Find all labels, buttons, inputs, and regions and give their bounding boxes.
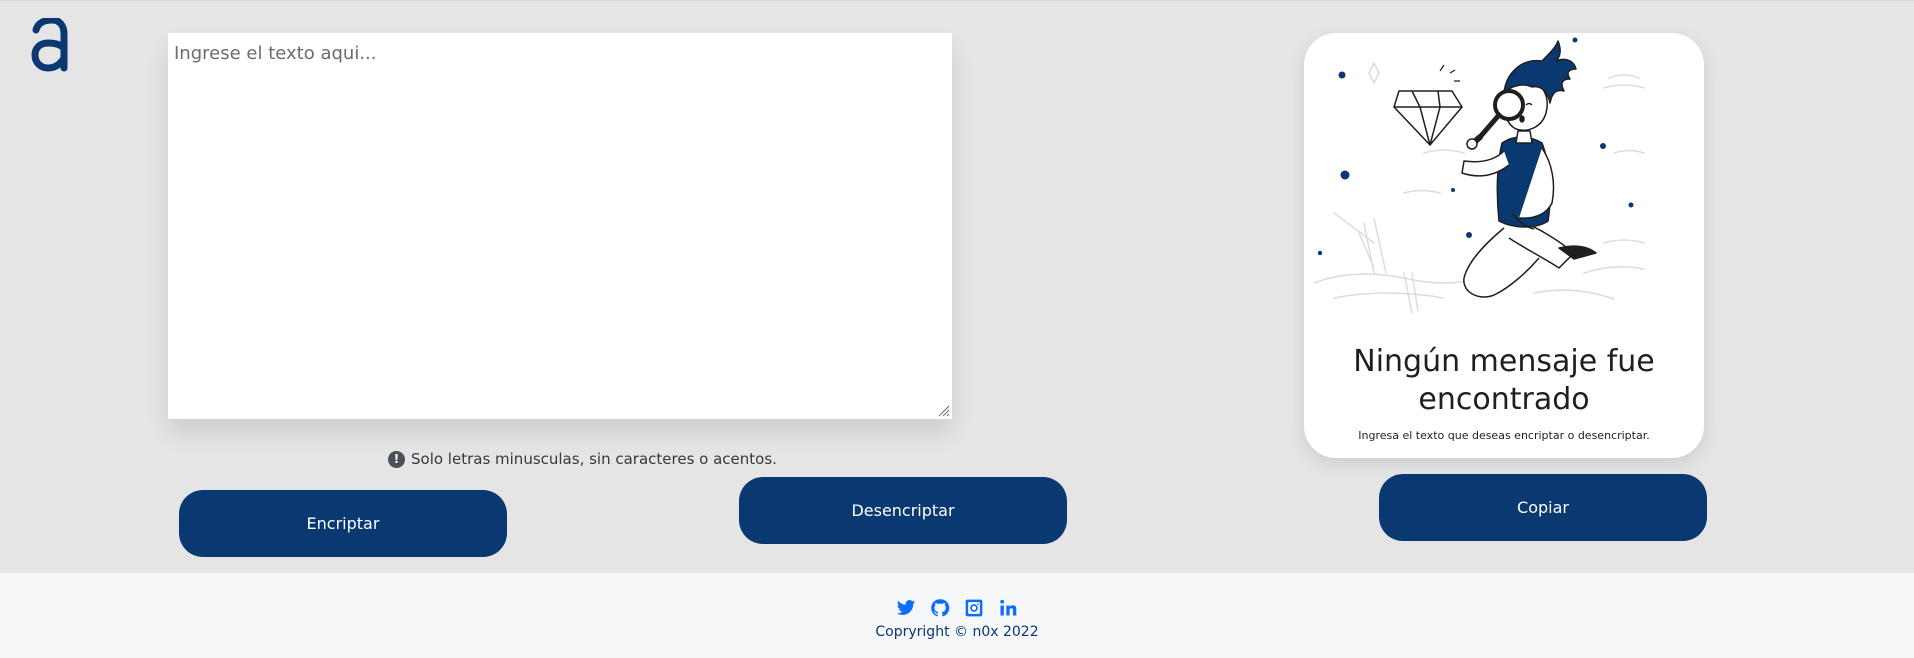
resize-handle-icon[interactable] (936, 403, 950, 417)
linkedin-icon[interactable] (998, 598, 1018, 618)
copyright-text: Copryright © n0x 2022 (875, 624, 1039, 640)
copy-button[interactable]: Copiar (1379, 474, 1707, 541)
info-icon: ! (388, 450, 405, 468)
alura-logo-icon[interactable] (30, 18, 70, 72)
decrypt-button[interactable]: Desencriptar (739, 477, 1067, 544)
page: ! Solo letras minusculas, sin caracteres… (0, 0, 1914, 658)
twitter-icon[interactable] (896, 598, 916, 618)
empty-state-title: Ningún mensaje fue encontrado (1353, 344, 1655, 417)
instagram-icon[interactable] (964, 598, 984, 618)
output-card: Ningún mensaje fue encontrado Ingresa el… (1304, 33, 1704, 458)
input-hint-text: Solo letras minusculas, sin caracteres o… (411, 450, 777, 468)
empty-state-subtitle: Ingresa el texto que deseas encriptar o … (1358, 429, 1650, 442)
text-input[interactable] (168, 33, 952, 419)
empty-state-illustration (1313, 37, 1645, 314)
text-input-container (168, 33, 952, 419)
social-links (896, 598, 1018, 618)
top-divider (0, 0, 1914, 1)
github-icon[interactable] (930, 598, 950, 618)
encrypt-button[interactable]: Encriptar (179, 490, 507, 557)
input-hint: ! Solo letras minusculas, sin caracteres… (388, 448, 777, 470)
